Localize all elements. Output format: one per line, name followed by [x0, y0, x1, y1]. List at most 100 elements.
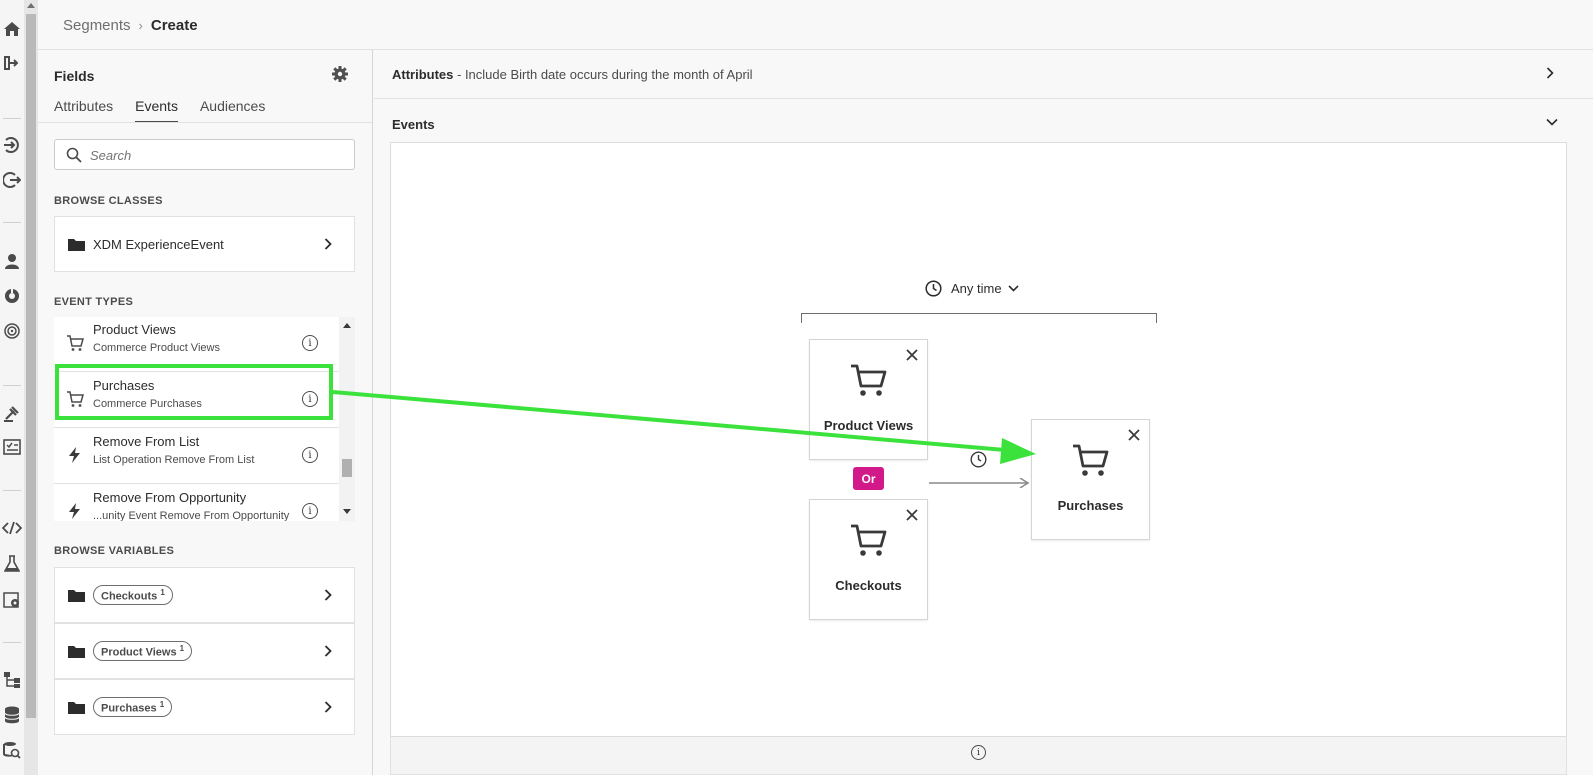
class-label: XDM ExperienceEvent — [93, 236, 224, 252]
variable-pill: Checkouts 1 — [93, 584, 173, 606]
info-icon[interactable]: i — [971, 745, 986, 760]
lightning-icon — [69, 503, 80, 519]
chevron-right-icon — [324, 238, 332, 250]
events-section-header[interactable]: Events — [374, 100, 1593, 142]
variable-row-checkouts[interactable]: Checkouts 1 — [54, 567, 355, 623]
event-title: Remove From List — [93, 434, 200, 449]
browse-variables-heading: BROWSE VARIABLES — [54, 545, 175, 557]
event-subtitle: List Operation Remove From List — [93, 454, 255, 466]
chevron-right-icon[interactable] — [1546, 67, 1554, 79]
code-icon[interactable] — [2, 518, 22, 538]
event-item-remove-from-opportunity[interactable]: Remove From Opportunity ...unity Event R… — [54, 484, 339, 521]
variable-row-purchases[interactable]: Purchases 1 — [54, 679, 355, 735]
page-title: Create — [150, 17, 198, 34]
flask-icon[interactable] — [2, 554, 22, 574]
scroll-up-arrow-icon[interactable] — [343, 323, 351, 328]
browse-classes-heading: BROWSE CLASSES — [54, 195, 163, 207]
chevron-right-icon — [324, 701, 332, 713]
events-canvas[interactable] — [390, 142, 1567, 737]
folder-icon — [68, 589, 85, 602]
sequence-arrow — [929, 478, 1030, 488]
folder-icon — [68, 701, 85, 714]
segments-icon[interactable] — [2, 286, 22, 306]
policies-icon[interactable] — [2, 403, 22, 423]
hierarchy-icon[interactable] — [2, 670, 22, 690]
home-icon[interactable] — [2, 19, 22, 39]
tab-events[interactable]: Events — [135, 98, 178, 123]
scroll-up-arrow-icon[interactable] — [27, 3, 35, 8]
events-title: Events — [392, 117, 435, 132]
canvas-footer: i — [390, 737, 1567, 775]
lightning-icon — [69, 447, 80, 463]
cart-icon — [851, 364, 887, 396]
identities-icon[interactable] — [2, 321, 22, 341]
event-types-heading: EVENT TYPES — [54, 296, 134, 308]
search-input[interactable] — [90, 145, 340, 165]
profile-icon[interactable] — [2, 251, 22, 271]
tabs-divider — [38, 122, 372, 123]
breadcrumb: Segments › Create — [63, 17, 198, 34]
breadcrumb-separator: › — [138, 18, 143, 33]
destinations-icon[interactable] — [2, 170, 22, 190]
nav-scrollbar[interactable] — [24, 0, 38, 775]
class-row-xdm-experienceevent[interactable]: XDM ExperienceEvent — [54, 216, 355, 272]
info-icon[interactable]: i — [302, 503, 318, 519]
scroll-thumb[interactable] — [342, 459, 352, 477]
event-card-checkouts[interactable]: Checkouts — [809, 499, 928, 620]
scroll-down-arrow-icon[interactable] — [343, 509, 351, 514]
event-card-label: Checkouts — [835, 578, 902, 593]
variable-pill: Purchases 1 — [93, 696, 173, 718]
data-search-icon[interactable] — [2, 740, 22, 760]
gear-icon[interactable] — [332, 66, 348, 82]
tab-attributes[interactable]: Attributes — [54, 98, 113, 123]
event-title: Remove From Opportunity — [93, 490, 247, 505]
sequence-bracket — [801, 313, 1157, 323]
or-operator-badge[interactable]: Or — [853, 467, 884, 490]
cart-icon — [851, 524, 887, 556]
database-icon[interactable] — [2, 705, 22, 725]
checklist-icon[interactable] — [2, 437, 22, 457]
event-item-remove-from-list[interactable]: Remove From List List Operation Remove F… — [54, 428, 339, 484]
top-header: Segments › Create — [38, 0, 1593, 50]
event-card-label: Product Views — [823, 418, 914, 433]
chevron-right-icon — [324, 589, 332, 601]
search-box[interactable] — [54, 139, 355, 170]
workflow-icon[interactable] — [2, 53, 22, 73]
sources-icon[interactable] — [2, 135, 22, 155]
fields-tabs: Attributes Events Audiences — [54, 98, 265, 123]
cart-icon — [1073, 444, 1109, 476]
event-card-purchases[interactable]: Purchases — [1031, 419, 1150, 540]
close-icon[interactable] — [1127, 428, 1141, 442]
clock-icon — [925, 280, 942, 297]
close-icon[interactable] — [905, 348, 919, 362]
clock-icon[interactable] — [970, 451, 987, 468]
settings-page-icon[interactable] — [2, 590, 22, 610]
info-icon[interactable]: i — [302, 335, 318, 351]
event-title: Product Views — [93, 322, 176, 337]
cart-icon — [67, 335, 84, 351]
folder-icon — [68, 238, 85, 251]
event-subtitle: Commerce Product Views — [93, 342, 220, 354]
scroll-thumb[interactable] — [26, 14, 36, 718]
attributes-summary: Attributes - Include Birth date occurs d… — [392, 67, 753, 82]
chevron-right-icon — [324, 645, 332, 657]
event-card-label: Purchases — [1057, 498, 1124, 513]
event-subtitle: ...unity Event Remove From Opportunity — [93, 510, 290, 521]
breadcrumb-segments[interactable]: Segments — [63, 17, 131, 34]
left-nav-rail — [0, 0, 24, 775]
info-icon[interactable]: i — [302, 447, 318, 463]
fields-title: Fields — [54, 68, 95, 84]
event-list-scrollbar[interactable] — [339, 317, 355, 521]
chevron-down-icon — [1008, 285, 1019, 292]
chevron-down-icon[interactable] — [1546, 118, 1558, 126]
close-icon[interactable] — [905, 508, 919, 522]
event-card-product-views[interactable]: Product Views — [809, 339, 928, 460]
tab-audiences[interactable]: Audiences — [200, 98, 265, 123]
variable-row-product-views[interactable]: Product Views 1 — [54, 623, 355, 679]
search-icon — [66, 147, 82, 163]
variable-pill: Product Views 1 — [93, 640, 193, 662]
time-constraint-label: Any time — [951, 281, 1002, 296]
attributes-summary-bar[interactable]: Attributes - Include Birth date occurs d… — [374, 50, 1593, 99]
folder-icon — [68, 645, 85, 658]
time-constraint-selector[interactable]: Any time — [925, 280, 1019, 297]
